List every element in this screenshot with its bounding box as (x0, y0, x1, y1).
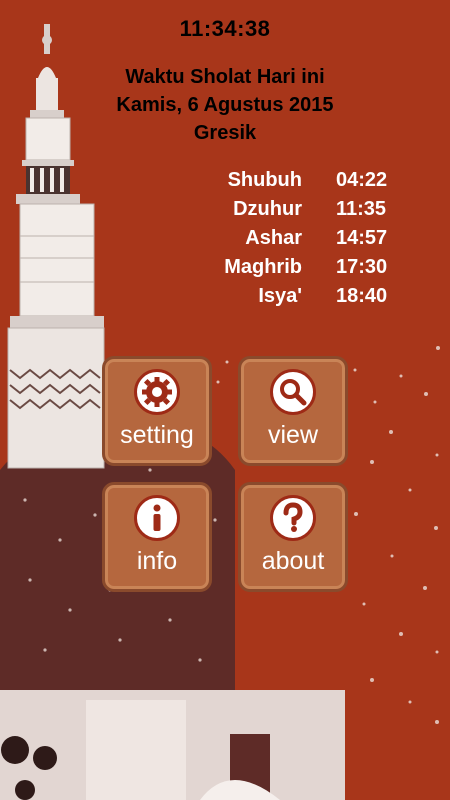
prayer-name: Ashar (245, 227, 302, 249)
prayer-schedule-header: Waktu Sholat Hari ini Kamis, 6 Agustus 2… (80, 63, 370, 147)
prayer-row: Dzuhur 11:35 (190, 198, 410, 227)
info-label: info (136, 547, 178, 575)
prayer-times-list: Shubuh 04:22 Dzuhur 11:35 Ashar 14:57 Ma… (190, 169, 410, 314)
view-button[interactable]: view (238, 356, 348, 466)
prayer-time: 17:30 (336, 256, 388, 278)
prayer-time: 04:22 (336, 169, 388, 191)
setting-label: setting (120, 421, 194, 449)
search-icon (270, 369, 316, 415)
prayer-name: Dzuhur (233, 198, 302, 220)
prayer-time: 18:40 (336, 285, 388, 307)
clock-time: 11:34:38 (179, 16, 271, 41)
about-label: about (261, 547, 325, 575)
gear-icon (134, 369, 180, 415)
prayer-row: Isya' 18:40 (190, 285, 410, 314)
prayer-time: 14:57 (336, 227, 388, 249)
question-icon (270, 495, 316, 541)
schedule-city: Gresik (193, 122, 257, 144)
schedule-title: Waktu Sholat Hari ini (125, 66, 325, 88)
prayer-name: Shubuh (227, 169, 302, 191)
prayer-time: 11:35 (336, 198, 387, 220)
view-label: view (267, 421, 318, 449)
schedule-date: Kamis, 6 Agustus 2015 (116, 94, 334, 116)
prayer-name: Maghrib (224, 256, 302, 278)
prayer-row: Shubuh 04:22 (190, 169, 410, 198)
info-button[interactable]: info (102, 482, 212, 592)
about-button[interactable]: about (238, 482, 348, 592)
prayer-name: Isya' (258, 285, 302, 307)
prayer-row: Ashar 14:57 (190, 227, 410, 256)
setting-button[interactable]: setting (102, 356, 212, 466)
prayer-row: Maghrib 17:30 (190, 256, 410, 285)
info-icon (134, 495, 180, 541)
